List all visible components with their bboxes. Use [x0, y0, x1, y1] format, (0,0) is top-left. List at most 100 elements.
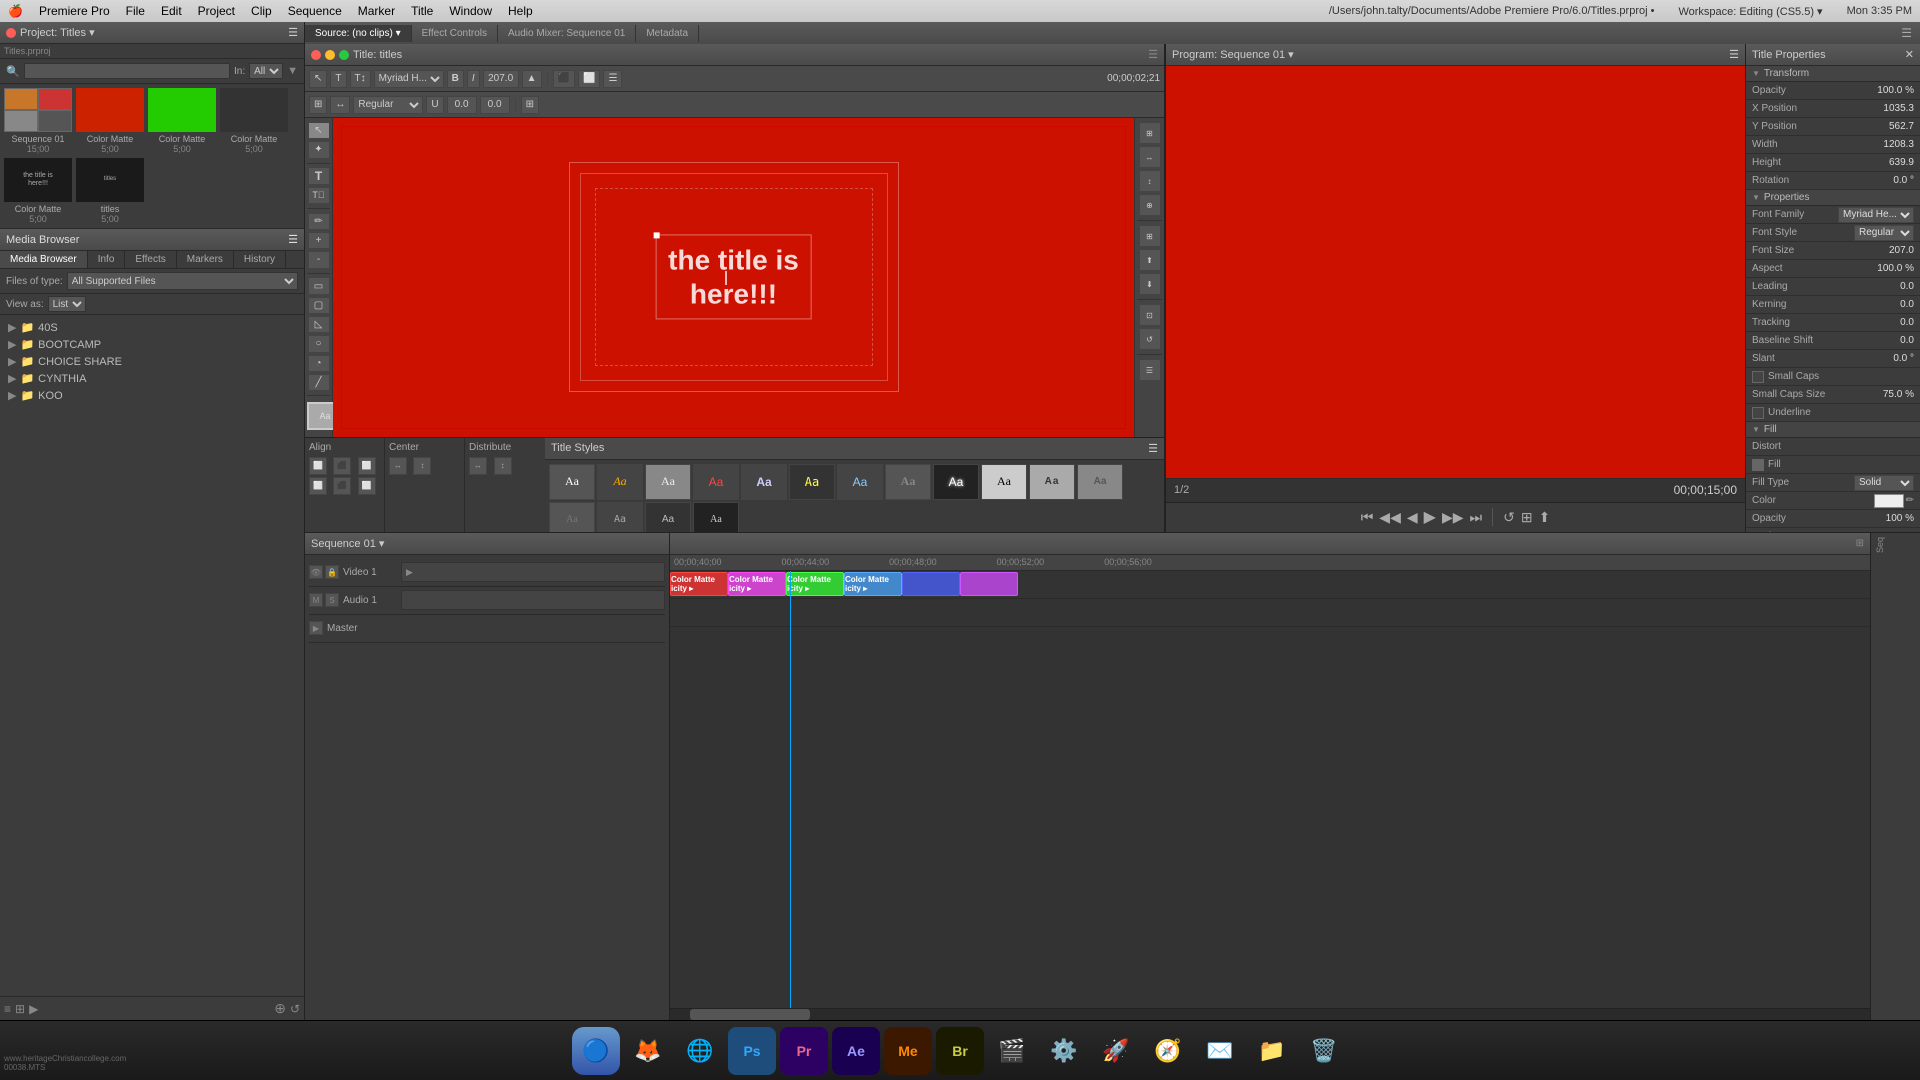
font-family-select[interactable]: Myriad H...: [374, 70, 444, 88]
fill-section-header[interactable]: ▼ Fill: [1746, 422, 1920, 438]
tool-area-text[interactable]: T⃞: [308, 187, 330, 204]
color-swatch[interactable]: [1874, 494, 1904, 508]
style-item-0[interactable]: Aa: [549, 464, 595, 500]
media-settings-button[interactable]: ⊕: [274, 1000, 286, 1017]
style-item-2[interactable]: Aa: [645, 464, 691, 500]
thumb-colormatte-green[interactable]: Color Matte 5;00: [148, 88, 216, 154]
small-caps-checkbox[interactable]: [1752, 371, 1764, 383]
style-item-7[interactable]: Aa: [885, 464, 931, 500]
style-item-4[interactable]: Aa: [741, 464, 787, 500]
tool-rect-rounded[interactable]: ▢: [308, 297, 330, 314]
clip-blue[interactable]: [902, 572, 960, 596]
files-of-type-select[interactable]: All Supported Files: [67, 272, 298, 290]
track-eye-btn[interactable]: 👁: [309, 565, 323, 579]
play-backward-button[interactable]: ◀: [1407, 509, 1418, 526]
program-monitor-menu[interactable]: ☰: [1729, 48, 1739, 61]
dist-vert-btn[interactable]: ↕: [494, 457, 512, 475]
tool-right-8[interactable]: ⊡: [1139, 304, 1161, 326]
dock-system-prefs[interactable]: ⚙️: [1040, 1027, 1088, 1075]
dock-finder[interactable]: 🔵: [572, 1027, 620, 1075]
tool-right-4[interactable]: ⊕: [1139, 194, 1161, 216]
folder-bootcamp[interactable]: ▶ 📁 BOOTCAMP: [4, 336, 300, 353]
dock-launchpad[interactable]: 🚀: [1092, 1027, 1140, 1075]
media-browser-menu[interactable]: ☰: [288, 233, 298, 246]
slant-value[interactable]: 0.0 °: [1864, 353, 1914, 364]
play-forward-button[interactable]: ▶▶: [1442, 509, 1464, 526]
app-menu-premiere[interactable]: Premiere Pro: [39, 4, 110, 18]
tool-pen[interactable]: ✏: [308, 213, 330, 230]
rotation-value[interactable]: 0.0 °: [1864, 175, 1914, 186]
audio-solo-btn[interactable]: S: [325, 593, 339, 607]
menu-title[interactable]: Title: [411, 4, 433, 18]
align-bottom-btn[interactable]: ⬜: [358, 477, 376, 495]
loop-button[interactable]: ↺: [1503, 509, 1515, 526]
width-value[interactable]: 1208.3: [1864, 139, 1914, 150]
title-editor-min[interactable]: [325, 50, 335, 60]
style-item-9[interactable]: Aa: [981, 464, 1027, 500]
source-panel-menu[interactable]: ☰: [1893, 26, 1920, 40]
transform-section-header[interactable]: ▼ Transform: [1746, 66, 1920, 82]
props-close[interactable]: ✕: [1905, 48, 1914, 61]
clip-cyan[interactable]: Color Matte icity ▸: [844, 572, 902, 596]
timeline-fit-btn[interactable]: ⊞: [1856, 538, 1864, 549]
dock-firefox[interactable]: 🦊: [624, 1027, 672, 1075]
center-v-btn[interactable]: ↕: [413, 457, 431, 475]
italic-button[interactable]: I: [467, 70, 480, 88]
tool-right-3[interactable]: ↕: [1139, 170, 1161, 192]
tab-source[interactable]: Source: (no clips) ▾: [305, 25, 412, 42]
clip-green[interactable]: Color Matte icity ▸: [786, 572, 844, 596]
stop-button[interactable]: ▶: [1424, 507, 1436, 527]
dock-trash[interactable]: 🗑️: [1300, 1027, 1348, 1075]
title-styles-menu[interactable]: ☰: [1148, 442, 1158, 455]
audio-mute-btn[interactable]: M: [309, 593, 323, 607]
clip-red[interactable]: Color Matte icity ▸: [670, 572, 728, 596]
menu-edit[interactable]: Edit: [161, 4, 182, 18]
menu-sequence[interactable]: Sequence: [288, 4, 342, 18]
tool-line[interactable]: ╱: [308, 374, 330, 391]
dock-folder[interactable]: 📁: [1248, 1027, 1296, 1075]
thumb-colormatte-blue[interactable]: Color Matte 5;00: [220, 88, 288, 154]
video1-expand[interactable]: ▶: [406, 567, 413, 578]
title-tool-text-vert[interactable]: T↕: [350, 70, 371, 88]
tool-rect[interactable]: ▭: [308, 277, 330, 294]
tab-effects[interactable]: Effects: [125, 251, 176, 268]
aspect-value[interactable]: 100.0 %: [1864, 263, 1914, 274]
tool-right-6[interactable]: ⬆: [1139, 249, 1161, 271]
fill-checkbox[interactable]: [1752, 459, 1764, 471]
align-top-btn[interactable]: ⬜: [309, 477, 327, 495]
title-rollcrawl-button[interactable]: ↔: [330, 96, 350, 114]
dock-premiere[interactable]: Pr: [780, 1027, 828, 1075]
tab-markers[interactable]: Markers: [177, 251, 234, 268]
x-position-value[interactable]: 1035.3: [1864, 103, 1914, 114]
properties-section-header[interactable]: ▼ Properties: [1746, 190, 1920, 206]
style-item-11[interactable]: Aa: [1077, 464, 1123, 500]
font-style-prop-select[interactable]: Regular: [1854, 225, 1914, 241]
title-editor-menu[interactable]: ☰: [1148, 48, 1158, 61]
folder-koo[interactable]: ▶ 📁 KOO: [4, 387, 300, 404]
center-h-btn[interactable]: ↔: [389, 457, 407, 475]
step-forward-button[interactable]: ⏭: [1469, 509, 1482, 526]
tool-wedge[interactable]: ◺: [308, 316, 330, 333]
tab-stops-button[interactable]: ⊞: [521, 96, 539, 114]
tab-history[interactable]: History: [234, 251, 286, 268]
font-size-input[interactable]: [483, 70, 519, 88]
folder-cynthia[interactable]: ▶ 📁 CYNTHIA: [4, 370, 300, 387]
tool-right-7[interactable]: ⬇: [1139, 273, 1161, 295]
tool-pen-add[interactable]: +: [308, 232, 330, 249]
dock-safari[interactable]: 🧭: [1144, 1027, 1192, 1075]
bold-button[interactable]: B: [447, 70, 464, 88]
leading-value[interactable]: 0.0: [1864, 281, 1914, 292]
step-backward-button[interactable]: ◀◀: [1379, 509, 1401, 526]
tool-right-9[interactable]: ↺: [1139, 328, 1161, 350]
project-close-button[interactable]: [6, 28, 16, 38]
apple-menu[interactable]: 🍎: [8, 4, 23, 18]
title-tool-select[interactable]: ↖: [309, 70, 327, 88]
tab-audio-mixer[interactable]: Audio Mixer: Sequence 01: [498, 25, 636, 42]
menu-clip[interactable]: Clip: [251, 4, 272, 18]
tool-ellipse[interactable]: ○: [308, 335, 330, 352]
underline-checkbox[interactable]: [1752, 407, 1764, 419]
step-back-button[interactable]: ⏮: [1361, 509, 1374, 526]
underline-button[interactable]: U: [426, 96, 443, 114]
title-canvas[interactable]: the title is here!!!: [333, 118, 1134, 437]
style-item-15[interactable]: Aa: [693, 502, 739, 532]
